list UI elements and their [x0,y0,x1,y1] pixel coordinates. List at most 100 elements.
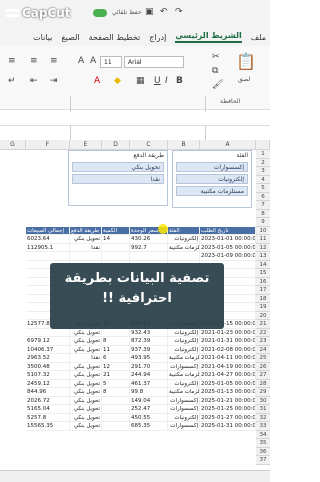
table-cell[interactable]: 493.95 [130,354,168,363]
table-cell[interactable]: تحويل بنكي [70,413,102,422]
table-cell[interactable]: 252.47 [130,405,168,414]
table-cell[interactable]: 844.96 [26,388,70,397]
copy-icon[interactable]: ⧉ [212,66,218,76]
table-cell[interactable]: 3500.48 [26,362,70,371]
increase-font-icon[interactable]: A [90,56,96,66]
table-cell[interactable]: 149.04 [130,396,168,405]
bold-button[interactable]: B [176,76,183,86]
table-cell[interactable]: 2021-02-08 00:00:00 [200,345,256,354]
table-cell[interactable]: مستلزمات مكتبية [168,243,200,252]
row-header[interactable]: 35 [256,439,270,448]
slicer-item[interactable]: نقدا [72,174,164,184]
table-cell[interactable]: 6 [102,354,130,363]
table-cell[interactable]: 2021-01-31 00:00:00 [200,337,256,346]
table-cell[interactable]: نقدا [70,354,102,363]
paste-icon[interactable]: 📋 [236,52,256,71]
row-header[interactable]: 36 [256,447,270,456]
table-cell[interactable]: 2023-01-05 00:00:00 [200,243,256,252]
slicer-item[interactable]: إلكترونيات [176,174,248,184]
column-header-d[interactable]: D [102,140,130,150]
outdent-icon[interactable]: ⇤ [30,76,38,86]
table-cell[interactable]: تحويل بنكي [70,396,102,405]
font-size-box[interactable]: 11 [100,56,122,68]
tab-page-layout[interactable]: تخطيط الصفحة [89,33,141,42]
row-header[interactable]: 25 [256,354,270,363]
table-cell[interactable]: مستلزمات مكتبية [168,388,200,397]
table-cell[interactable]: تحويل بنكي [70,379,102,388]
table-cell[interactable] [26,328,70,337]
table-cell[interactable]: 5107.32 [26,371,70,380]
table-cell[interactable]: 2021-01-23 00:00:00 [200,328,256,337]
row-header[interactable]: 30 [256,396,270,405]
row-header[interactable]: 18 [256,294,270,303]
align-center-icon[interactable]: ≡ [30,56,38,66]
table-cell[interactable] [130,252,168,261]
column-header-c[interactable]: C [130,140,168,150]
slicer-item[interactable]: إكسسوارات [176,162,248,172]
table-cell[interactable]: 291.70 [130,362,168,371]
table-cell[interactable] [102,252,130,261]
table-cell[interactable]: 8 [102,388,130,397]
table-cell[interactable]: إلكترونيات [168,328,200,337]
tab-insert[interactable]: إدراج [149,33,166,42]
table-cell[interactable]: إكسسوارات [168,405,200,414]
tab-data[interactable]: بيانات [33,33,52,42]
row-header[interactable]: 7 [256,201,270,210]
row-header[interactable]: 21 [256,320,270,329]
row-header[interactable]: 24 [256,345,270,354]
table-cell[interactable]: نقدا [70,243,102,252]
row-header[interactable]: 13 [256,252,270,261]
row-header[interactable]: 15 [256,269,270,278]
table-cell[interactable]: 2021-04-19 00:00:00 [200,362,256,371]
slicer-item[interactable]: تحويل بنكي [72,162,164,172]
formula-bar[interactable] [0,112,270,126]
table-cell[interactable]: 932.43 [130,328,168,337]
table-cell[interactable]: 112905.1 [26,243,70,252]
decrease-font-icon[interactable]: A [78,56,84,66]
table-cell[interactable]: 2459.12 [26,379,70,388]
table-cell[interactable]: 21 [102,371,130,380]
redo-icon[interactable]: ↷ [175,7,183,17]
table-cell[interactable]: 430.26 [130,235,168,244]
table-cell[interactable]: 6023.64 [26,235,70,244]
row-header[interactable]: 34 [256,430,270,439]
table-cell[interactable]: 450.55 [130,413,168,422]
table-cell[interactable] [70,252,102,261]
table-cell[interactable]: 2021-04-11 00:00:00 [200,354,256,363]
table-cell[interactable]: إلكترونيات [168,413,200,422]
row-header[interactable]: 5 [256,184,270,193]
table-cell[interactable]: 2023-01-09 00:00:00 [200,252,256,261]
row-header[interactable]: 27 [256,371,270,380]
row-header[interactable]: 9 [256,218,270,227]
table-cell[interactable] [102,422,130,431]
table-cell[interactable]: إلكترونيات [168,337,200,346]
row-header[interactable]: 6 [256,192,270,201]
table-cell[interactable]: مستلزمات مكتبية [168,354,200,363]
table-cell[interactable] [102,396,130,405]
row-header[interactable]: 20 [256,311,270,320]
table-cell[interactable]: 937.39 [130,345,168,354]
table-cell[interactable]: إلكترونيات [168,345,200,354]
sheet-tabs-bar[interactable] [0,470,270,482]
align-left-icon[interactable]: ≡ [8,56,16,66]
table-cell[interactable] [102,243,130,252]
format-painter-icon[interactable]: 🖌 [212,80,223,90]
table-cell[interactable]: 2021-04-27 00:00:00 [200,371,256,380]
underline-button[interactable]: U [154,76,161,86]
tab-home[interactable]: الشريط الرئيسي [175,31,242,43]
row-header[interactable]: 1 [256,150,270,159]
table-header-cell[interactable]: تاريخ الطلب [200,226,256,235]
row-header[interactable]: 33 [256,422,270,431]
table-header-cell[interactable]: الكمية [102,226,130,235]
row-header[interactable]: 28 [256,379,270,388]
row-header[interactable]: 17 [256,286,270,295]
row-header[interactable]: 8 [256,209,270,218]
font-color-icon[interactable]: A [94,76,100,86]
row-header[interactable]: 2 [256,158,270,167]
indent-icon[interactable]: ⇥ [50,76,58,86]
table-cell[interactable]: 14 [102,235,130,244]
row-header[interactable]: 3 [256,167,270,176]
table-cell[interactable]: 11 [102,345,130,354]
slicer-item[interactable]: مستلزمات مكتبية [176,186,248,196]
column-header-a[interactable]: A [200,140,256,150]
